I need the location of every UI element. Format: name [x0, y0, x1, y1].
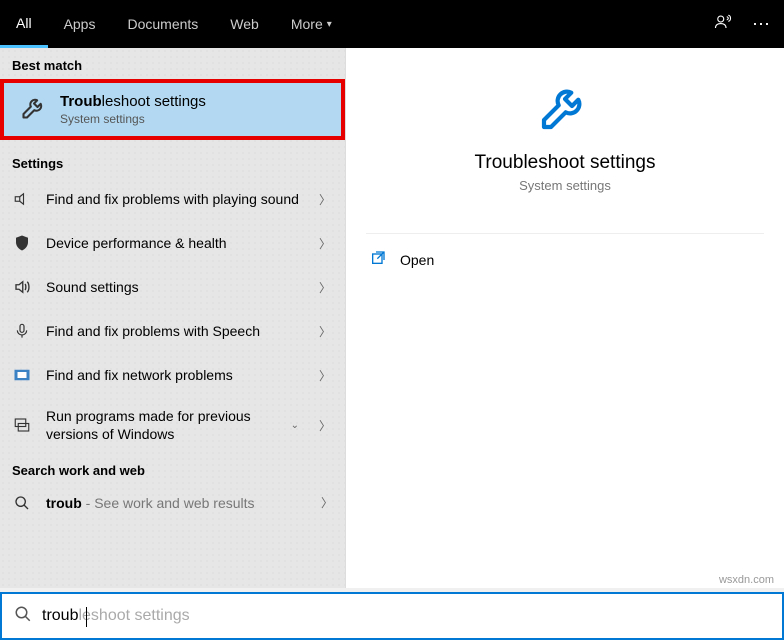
wrench-icon [20, 93, 48, 126]
section-settings: Settings [0, 146, 345, 177]
search-icon [12, 495, 32, 511]
section-search-web: Search work and web [0, 453, 345, 484]
open-icon [370, 250, 386, 269]
search-input[interactable]: troubleshoot settings [42, 607, 190, 625]
chevron-right-icon: 〉 [319, 323, 333, 340]
setting-label: Find and fix problems with Speech [46, 322, 305, 340]
setting-item-compat[interactable]: Run programs made for previous versions … [0, 397, 345, 453]
feedback-icon[interactable] [714, 13, 732, 36]
preview-subtitle: System settings [346, 178, 784, 193]
setting-label: Find and fix problems with playing sound [46, 190, 305, 208]
text-cursor [86, 607, 87, 627]
tab-all[interactable]: All [0, 0, 48, 48]
setting-item-sound[interactable]: Sound settings 〉 [0, 265, 345, 309]
speaker-icon [12, 278, 32, 296]
search-typed: troub [42, 607, 78, 624]
search-bar[interactable]: troubleshoot settings [0, 592, 784, 640]
setting-label: Device performance & health [46, 234, 305, 252]
setting-item-network[interactable]: Find and fix network problems 〉 [0, 353, 345, 397]
tab-web[interactable]: Web [214, 0, 275, 48]
chevron-right-icon: 〉 [321, 494, 333, 511]
section-best-match: Best match [0, 48, 345, 79]
compat-icon [12, 416, 32, 434]
web-query-bold: troub [46, 495, 82, 511]
search-suggestion: leshoot settings [78, 607, 189, 624]
microphone-icon [12, 322, 32, 340]
open-label: Open [400, 252, 434, 268]
best-match-item[interactable]: Troubleshoot settings System settings [0, 79, 345, 140]
more-options-icon[interactable]: ⋯ [752, 14, 772, 35]
web-search-item[interactable]: troub - See work and web results 〉 [0, 484, 345, 521]
shield-icon [12, 234, 32, 252]
open-action[interactable]: Open [346, 240, 784, 279]
setting-item-device-health[interactable]: Device performance & health 〉 [0, 221, 345, 265]
preview-panel: Troubleshoot settings System settings Op… [345, 48, 784, 588]
chevron-down-icon: ⌄ [291, 420, 299, 431]
chevron-right-icon: 〉 [319, 279, 333, 296]
header-tabs: All Apps Documents Web More▾ ⋯ [0, 0, 784, 48]
setting-item-speech[interactable]: Find and fix problems with Speech 〉 [0, 309, 345, 353]
results-panel: Best match Troubleshoot settings System … [0, 48, 345, 588]
tab-more[interactable]: More▾ [275, 0, 348, 48]
chevron-down-icon: ▾ [327, 19, 332, 30]
chevron-right-icon: 〉 [319, 367, 333, 384]
search-icon [14, 605, 32, 628]
setting-item-playing-sound[interactable]: Find and fix problems with playing sound… [0, 177, 345, 221]
best-match-title-rest: leshoot settings [102, 93, 206, 110]
best-match-subtitle: System settings [60, 112, 206, 126]
tab-documents[interactable]: Documents [111, 0, 214, 48]
preview-title: Troubleshoot settings [346, 152, 784, 174]
setting-label: Find and fix network problems [46, 366, 305, 384]
preview-wrench-icon [346, 78, 784, 134]
watermark: wsxdn.com [719, 574, 774, 586]
tab-apps[interactable]: Apps [48, 0, 112, 48]
network-icon [12, 366, 32, 384]
chevron-right-icon: 〉 [319, 417, 333, 434]
setting-label: Run programs made for previous versions … [46, 407, 285, 443]
web-query-hint: - See work and web results [82, 495, 255, 511]
best-match-title-bold: Troub [60, 93, 102, 110]
setting-label: Sound settings [46, 278, 305, 296]
chevron-right-icon: 〉 [319, 191, 333, 208]
sound-fix-icon [12, 190, 32, 208]
chevron-right-icon: 〉 [319, 235, 333, 252]
